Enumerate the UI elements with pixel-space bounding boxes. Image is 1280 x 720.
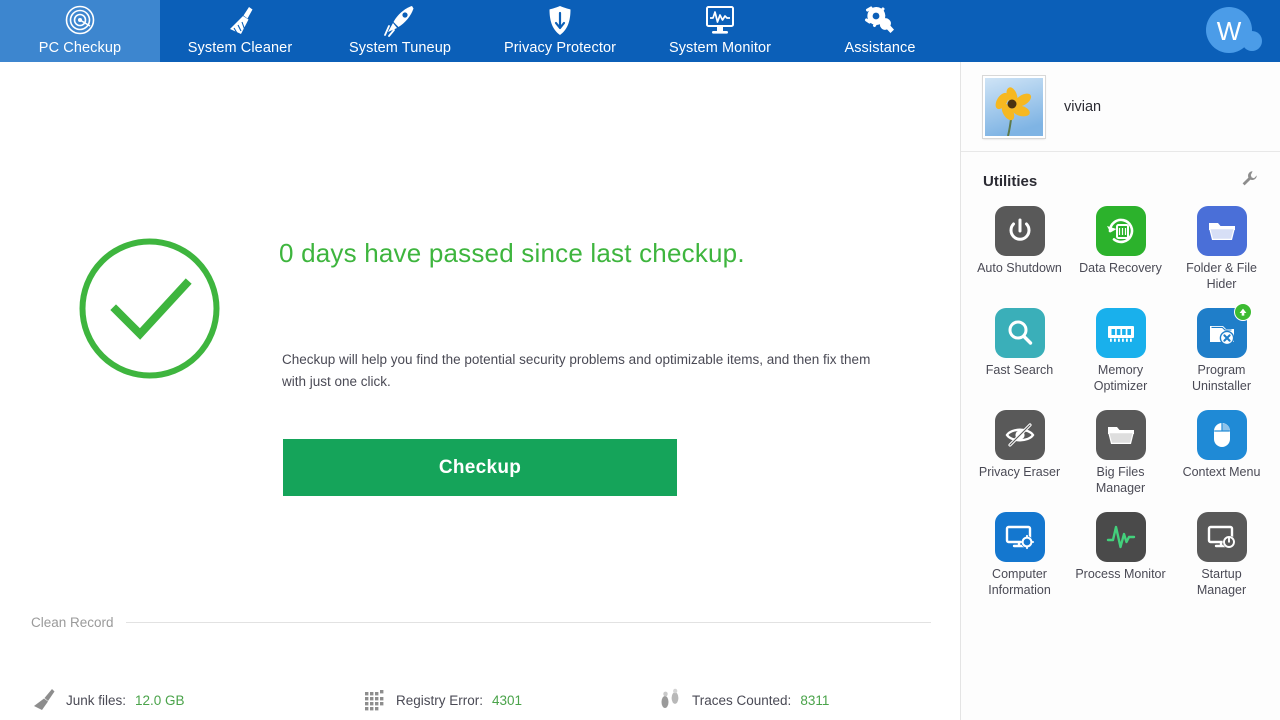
nav-item-pc-checkup[interactable]: PC Checkup	[0, 0, 160, 62]
stats-row: Junk files: 12.0 GB Registry Error: 4301…	[31, 662, 941, 720]
folder-icon	[1095, 410, 1146, 460]
flower-avatar	[982, 74, 1046, 139]
stat-value: 12.0 GB	[135, 692, 185, 708]
pulse-icon	[1095, 512, 1146, 562]
nav-label: System Cleaner	[187, 40, 293, 56]
pc-power-icon	[1196, 512, 1247, 562]
recovery-icon	[1095, 206, 1146, 256]
uninstall-icon	[1196, 303, 1252, 358]
utility-label: Data Recovery	[1079, 261, 1162, 275]
utility-label: Memory Optimizer	[1093, 363, 1148, 393]
wrench-gear-icon	[863, 4, 897, 38]
utility-computer-information[interactable]: Computer Information	[969, 506, 1070, 598]
memory-icon	[1095, 308, 1146, 358]
search-icon	[994, 308, 1045, 358]
stat-value: 4301	[492, 692, 523, 708]
utility-label: Process Monitor	[1075, 567, 1166, 581]
nav-label: Assistance	[844, 40, 916, 56]
utility-auto-shutdown[interactable]: Auto Shutdown	[969, 200, 1070, 292]
utility-label: Program Uninstaller	[1191, 363, 1252, 393]
shield-icon	[543, 4, 577, 38]
utility-label: Privacy Eraser	[978, 465, 1061, 479]
footprints-icon	[657, 687, 683, 713]
username-label: vivian	[1064, 98, 1102, 115]
utility-big-files-manager[interactable]: Big Files Manager	[1070, 404, 1171, 496]
utility-label: Big Files Manager	[1095, 465, 1146, 495]
clean-record-header: Clean Record	[31, 615, 931, 630]
utilities-title: Utilities	[983, 172, 1038, 190]
checkup-status-headline: 0 days have passed since last checkup.	[279, 238, 745, 268]
monitor-icon	[703, 4, 737, 38]
green-check-circle-icon	[78, 237, 221, 380]
utility-label: Context Menu	[1182, 465, 1261, 479]
power-icon	[994, 206, 1045, 256]
utility-label: Folder & File Hider	[1186, 261, 1257, 291]
main-content-area: 0 days have passed since last checkup. C…	[0, 62, 960, 720]
brand-logo[interactable]: W	[1202, 5, 1264, 57]
stat-label: Junk files:	[66, 692, 127, 708]
utility-process-monitor[interactable]: Process Monitor	[1070, 506, 1171, 598]
nav-label: System Tuneup	[348, 40, 452, 56]
nav-item-system-cleaner[interactable]: System Cleaner	[160, 0, 320, 62]
right-sidebar: vivian Utilities Auto Shutdown Data Reco…	[960, 62, 1280, 720]
utility-memory-optimizer[interactable]: Memory Optimizer	[1070, 302, 1171, 394]
utility-data-recovery[interactable]: Data Recovery	[1070, 200, 1171, 292]
stat-value: 8311	[800, 692, 830, 708]
utility-label: Auto Shutdown	[977, 261, 1062, 275]
nav-label: PC Checkup	[38, 40, 122, 56]
nav-item-system-tuneup[interactable]: System Tuneup	[320, 0, 480, 62]
stat-junk-files: Junk files: 12.0 GB	[31, 662, 361, 720]
utility-privacy-eraser[interactable]: Privacy Eraser	[969, 404, 1070, 496]
stat-registry-error: Registry Error: 4301	[361, 662, 657, 720]
nav-item-assistance[interactable]: Assistance	[800, 0, 960, 62]
nav-label: System Monitor	[668, 40, 772, 56]
utility-label: Computer Information	[988, 567, 1051, 597]
user-profile[interactable]: vivian	[961, 62, 1280, 152]
svg-text:W: W	[1217, 16, 1242, 46]
clean-record-stats: Junk files: 12.0 GB Registry Error: 4301…	[31, 662, 941, 720]
update-badge-icon	[1233, 303, 1252, 321]
radar-icon	[63, 4, 97, 38]
rocket-icon	[383, 4, 417, 38]
mouse-icon	[1196, 410, 1247, 460]
clean-record-title: Clean Record	[31, 615, 114, 630]
pc-gear-icon	[994, 512, 1045, 562]
broom-icon	[31, 687, 57, 713]
utility-label: Startup Manager	[1196, 567, 1247, 597]
utility-folder-file-hider[interactable]: Folder & File Hider	[1171, 200, 1272, 292]
wrench-icon[interactable]	[1241, 170, 1258, 192]
utility-program-uninstaller[interactable]: Program Uninstaller	[1171, 302, 1272, 394]
grid-dots-icon	[361, 687, 387, 713]
stat-label: Registry Error:	[396, 692, 484, 708]
nav-label: Privacy Protector	[503, 40, 617, 56]
stat-label: Traces Counted:	[692, 692, 792, 708]
utility-context-menu[interactable]: Context Menu	[1171, 404, 1272, 496]
utility-startup-manager[interactable]: Startup Manager	[1171, 506, 1272, 598]
stat-traces-counted: Traces Counted: 8311	[657, 662, 937, 720]
main-navigation-bar: PC Checkup System Cleaner System Tuneup …	[0, 0, 1280, 62]
checkup-button[interactable]: Checkup	[283, 439, 677, 496]
utility-fast-search[interactable]: Fast Search	[969, 302, 1070, 394]
folder-icon	[1196, 206, 1247, 256]
eye-slash-icon	[994, 410, 1045, 460]
app-window: PC Checkup System Cleaner System Tuneup …	[0, 0, 1280, 720]
nav-item-privacy-protector[interactable]: Privacy Protector	[480, 0, 640, 62]
utility-label: Fast Search	[985, 363, 1054, 377]
utilities-header: Utilities	[961, 152, 1280, 198]
broom-icon	[223, 4, 257, 38]
utilities-grid: Auto Shutdown Data Recovery Folder & Fil…	[961, 198, 1280, 598]
checkup-description: Checkup will help you find the potential…	[282, 352, 871, 389]
clean-record-divider	[125, 622, 931, 623]
nav-item-system-monitor[interactable]: System Monitor	[640, 0, 800, 62]
